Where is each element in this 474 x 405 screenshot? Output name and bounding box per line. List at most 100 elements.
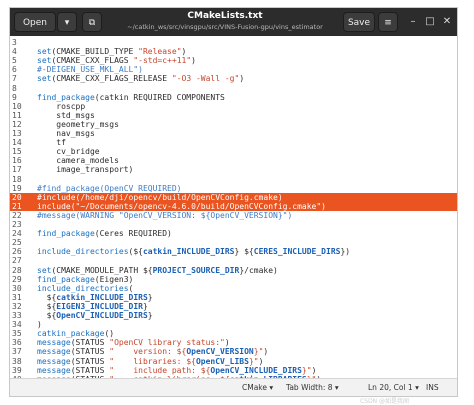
code-line[interactable]: 37 message(STATUS " version: ${OpenCV_VER… <box>10 347 457 356</box>
code-line[interactable]: 8 <box>10 84 457 93</box>
line-number: 28 <box>12 265 22 275</box>
code-line[interactable]: 20 #include(/home/dji/opencv/build/OpenCV… <box>10 192 457 202</box>
code-line[interactable]: 25 <box>10 238 457 247</box>
new-document-button[interactable]: ⧉ <box>82 12 102 32</box>
line-number: 21 <box>12 201 22 211</box>
code-line[interactable]: 31 ${catkin_INCLUDE_DIRS} <box>10 293 457 302</box>
code-editor[interactable]: 3 4 set(CMAKE_BUILD_TYPE "Release") 5 set(CM… <box>10 36 457 378</box>
line-number: 18 <box>12 174 22 184</box>
code-line[interactable]: 34) <box>10 320 457 329</box>
code-line[interactable]: 13 nav_msgs <box>10 129 457 138</box>
code-line[interactable]: 21 include("~/Documents/opencv-4.6.0/buil… <box>10 201 457 211</box>
main-menu-button[interactable]: ≡ <box>378 12 398 32</box>
code-text: catkin_package() <box>37 329 115 339</box>
tab-width-selector[interactable]: Tab Width: 8 ▾ <box>286 379 339 396</box>
insert-mode: INS <box>426 383 439 392</box>
line-number: 23 <box>12 220 22 229</box>
code-line[interactable]: 4 set(CMAKE_BUILD_TYPE "Release") <box>10 47 457 56</box>
open-button[interactable]: Open <box>14 12 56 32</box>
line-number: 31 <box>12 292 22 302</box>
line-number: 7 <box>12 74 17 84</box>
line-number: 32 <box>12 301 22 311</box>
file-path: ~/catkin_ws/src/vinsgpu/src/VINS-Fusion-… <box>127 23 323 31</box>
line-number: 6 <box>12 65 17 75</box>
line-number: 34 <box>12 320 22 330</box>
code-line[interactable]: 19 #find_package(OpenCV REQUIRED) <box>10 184 457 193</box>
code-line[interactable]: 18 <box>10 175 457 184</box>
code-text: include_directories(${catkin_INCLUDE_DIR… <box>37 247 351 257</box>
code-line[interactable]: 12 geometry_msgs <box>10 120 457 129</box>
code-text: find_package(Ceres REQUIRED) <box>37 229 172 239</box>
code-line[interactable]: 22 #message(WARNING "OpenCV_VERSION: ${Op… <box>10 211 457 220</box>
code-line[interactable]: 3 <box>10 38 457 47</box>
code-text: include_directories( <box>37 283 134 293</box>
line-number: 11 <box>12 110 22 120</box>
code-line[interactable]: 26 include_directories(${catkin_INCLUDE_D… <box>10 247 457 256</box>
code-line[interactable]: 17 image_transport) <box>10 165 457 174</box>
code-text: set(CMAKE_CXX_FLAGS_RELEASE "-O3 -Wall -… <box>37 74 245 84</box>
line-number: 30 <box>12 283 22 293</box>
code-line[interactable]: 7 set(CMAKE_CXX_FLAGS_RELEASE "-O3 -Wall … <box>10 74 457 83</box>
code-line[interactable]: 5 set(CMAKE_CXX_FLAGS "-std=c++11") <box>10 56 457 65</box>
language-selector[interactable]: CMake ▾ <box>242 379 273 396</box>
code-line[interactable]: 38 message(STATUS " libraries: ${OpenCV_L… <box>10 357 457 366</box>
minimize-button[interactable]: – <box>406 12 420 32</box>
code-text: #-DEIGEN_USE_MKL_ALL") <box>37 65 143 75</box>
line-number: 26 <box>12 247 22 257</box>
save-button[interactable]: Save <box>343 12 375 32</box>
line-number: 36 <box>12 338 22 348</box>
code-line[interactable]: 30 include_directories( <box>10 284 457 293</box>
code-line[interactable]: 27 <box>10 256 457 265</box>
code-text: ) <box>37 320 42 330</box>
code-text: std_msgs <box>37 110 95 120</box>
code-text: tf <box>37 138 66 148</box>
code-text: ${catkin_INCLUDE_DIRS} <box>37 292 153 302</box>
close-icon: ✕ <box>442 16 452 27</box>
code-line[interactable]: 14 tf <box>10 138 457 147</box>
line-number: 8 <box>12 83 17 93</box>
code-line[interactable]: 29 find_package(Eigen3) <box>10 275 457 284</box>
line-number: 35 <box>12 329 22 339</box>
line-number: 10 <box>12 101 22 111</box>
new-document-icon: ⧉ <box>88 18 96 28</box>
code-line[interactable]: 28 set(CMAKE_MODULE_PATH ${PROJECT_SOURCE… <box>10 266 457 275</box>
code-text: roscpp <box>37 101 86 111</box>
code-text: include("~/Documents/opencv-4.6.0/build/… <box>37 201 326 211</box>
code-text: ${EIGEN3_INCLUDE_DIR} <box>37 301 148 311</box>
code-line[interactable]: 32 ${EIGEN3_INCLUDE_DIR} <box>10 302 457 311</box>
code-line[interactable]: 23 <box>10 220 457 229</box>
cursor-position[interactable]: Ln 20, Col 1 ▾ <box>368 379 419 396</box>
code-line[interactable]: 24 find_package(Ceres REQUIRED) <box>10 229 457 238</box>
code-line[interactable]: 15 cv_bridge <box>10 147 457 156</box>
code-line[interactable]: 9 find_package(catkin REQUIRED COMPONENTS <box>10 93 457 102</box>
maximize-button[interactable]: □ <box>423 12 437 32</box>
line-number: 25 <box>12 238 22 248</box>
line-number: 14 <box>12 138 22 148</box>
status-bar: CMake ▾ Tab Width: 8 ▾ Ln 20, Col 1 ▾ IN… <box>10 378 457 396</box>
line-number: 12 <box>12 119 22 129</box>
line-number: 33 <box>12 311 22 320</box>
code-text: set(CMAKE_MODULE_PATH ${PROJECT_SOURCE_D… <box>37 265 278 275</box>
code-line[interactable]: 36 message(STATUS "OpenCV library status:… <box>10 338 457 347</box>
line-number: 16 <box>12 156 22 166</box>
code-text: message(STATUS " version: ${OpenCV_VERSI… <box>37 347 269 357</box>
code-line[interactable]: 35 catkin_package() <box>10 329 457 338</box>
window-title: CMakeLists.txt <box>187 11 263 21</box>
open-menu-button[interactable]: ▾ <box>57 12 77 32</box>
header-bar: Open ▾ ⧉ CMakeLists.txt ~/catkin_ws/src/… <box>10 8 457 36</box>
code-line[interactable]: 10 roscpp <box>10 102 457 111</box>
code-text: ${OpenCV_INCLUDE_DIRS} <box>37 311 153 320</box>
code-line[interactable]: 6 #-DEIGEN_USE_MKL_ALL") <box>10 65 457 74</box>
code-text: message(STATUS " include path: ${OpenCV_… <box>37 365 317 375</box>
line-number: 27 <box>12 256 22 266</box>
line-number: 15 <box>12 147 22 157</box>
code-text: camera_models <box>37 156 119 166</box>
line-number: 19 <box>12 183 22 193</box>
close-button[interactable]: ✕ <box>440 12 454 32</box>
code-line[interactable]: 33 ${OpenCV_INCLUDE_DIRS} <box>10 311 457 320</box>
line-number: 4 <box>12 47 17 57</box>
code-line[interactable]: 11 std_msgs <box>10 111 457 120</box>
code-line[interactable]: 16 camera_models <box>10 156 457 165</box>
code-text: #find_package(OpenCV REQUIRED) <box>37 183 182 193</box>
code-line[interactable]: 39 message(STATUS " include path: ${OpenC… <box>10 366 457 375</box>
